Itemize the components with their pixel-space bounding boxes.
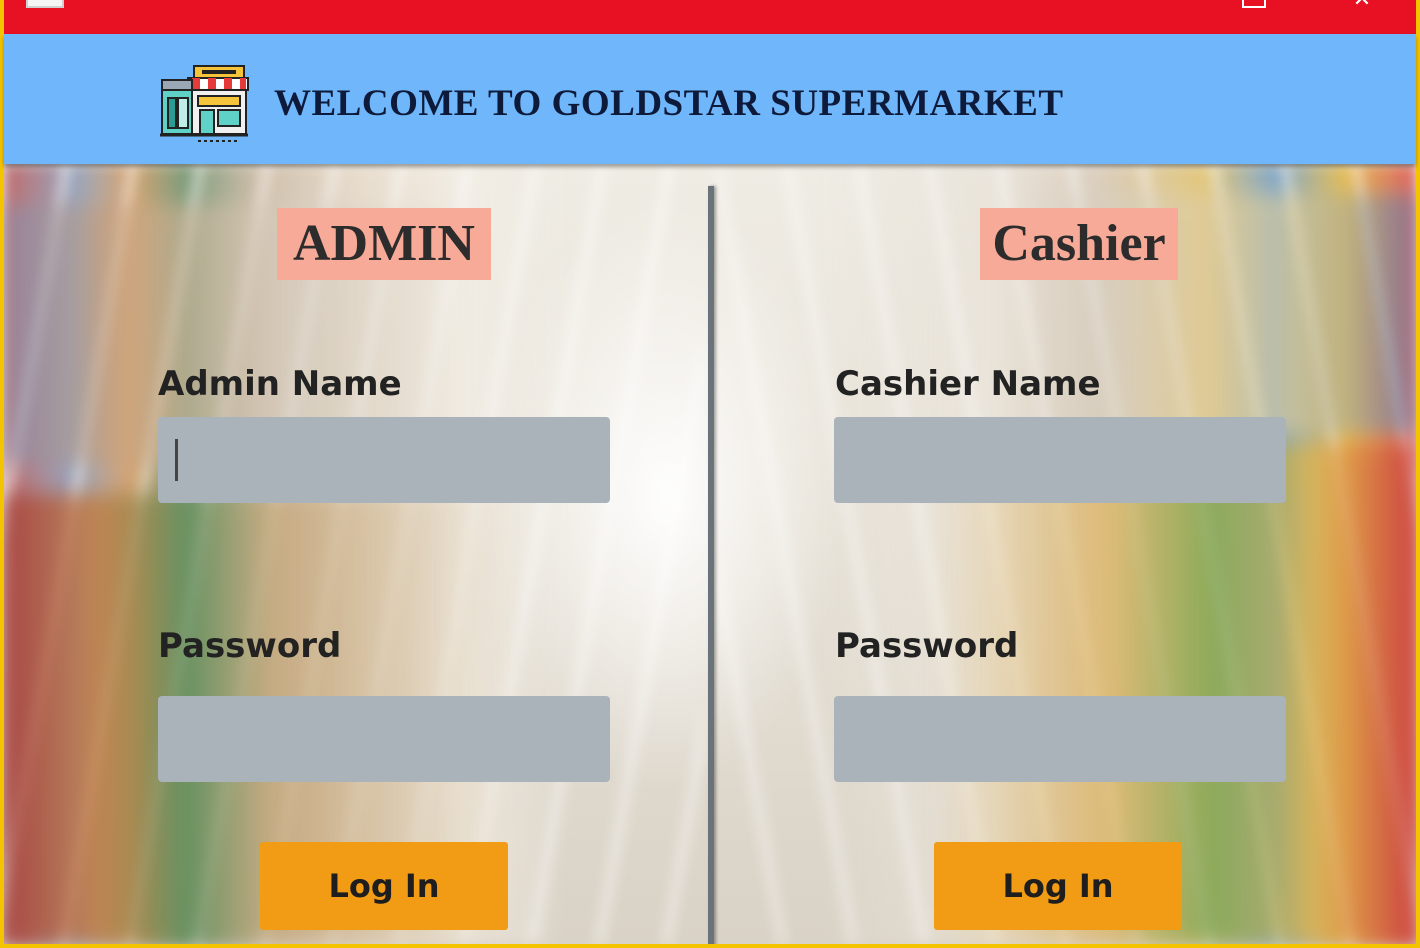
app-icon (26, 0, 64, 8)
admin-password-input[interactable] (158, 696, 610, 782)
window-frame: ✕ WELCOME TO GOLDSTAR SUPERMARKE (0, 0, 1420, 948)
login-area: ADMIN Admin Name Password Log In Cashier… (4, 164, 1416, 944)
cashier-password-label: Password (835, 626, 1019, 666)
cashier-password-input[interactable] (834, 696, 1286, 782)
store-icon (160, 65, 249, 142)
admin-password-label: Password (158, 626, 342, 666)
cashier-login-button[interactable]: Log In (934, 842, 1182, 930)
cashier-title: Cashier (980, 208, 1178, 280)
page-title: WELCOME TO GOLDSTAR SUPERMARKET (274, 83, 1064, 124)
maximize-icon[interactable] (1242, 0, 1266, 8)
panel-divider (708, 186, 714, 944)
text-cursor (175, 439, 178, 481)
cashier-name-label: Cashier Name (835, 364, 1101, 404)
close-icon[interactable]: ✕ (1350, 0, 1374, 12)
admin-title: ADMIN (277, 208, 491, 280)
admin-login-button[interactable]: Log In (260, 842, 508, 930)
admin-name-label: Admin Name (158, 364, 402, 404)
title-bar[interactable]: ✕ (4, 0, 1416, 34)
cashier-name-input[interactable] (834, 417, 1286, 503)
header-banner: WELCOME TO GOLDSTAR SUPERMARKET (4, 34, 1416, 164)
admin-name-input[interactable] (158, 417, 610, 503)
